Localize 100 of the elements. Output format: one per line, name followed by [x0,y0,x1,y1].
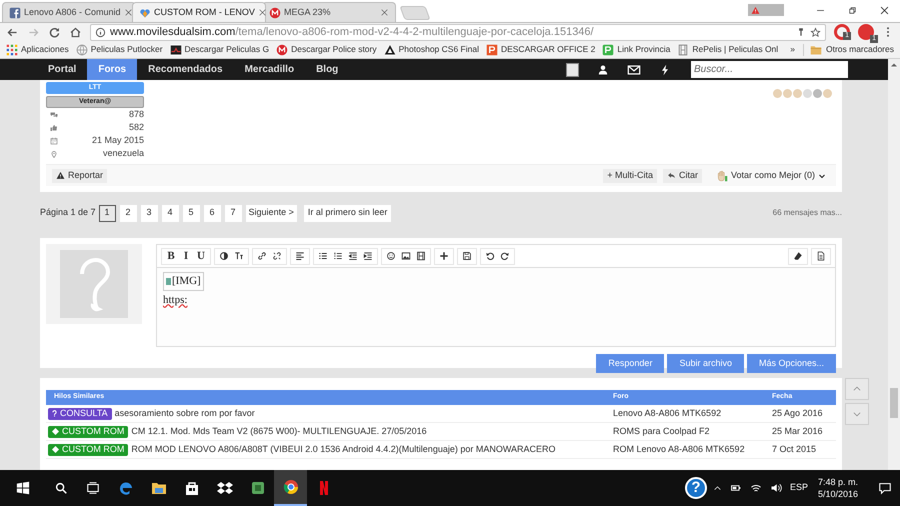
language-indicator[interactable]: ESP [790,481,808,495]
film-icon[interactable] [416,251,426,261]
thread-link[interactable]: ROM MOD LENOVO A806/A808T (VIBEUI 2.0 1536 Android 4.4.2)(Multilenguaje) por MANOWARACERO [131,442,556,456]
address-bar[interactable]: www.movilesdualsim.com/tema/lenovo-a806-rom-mod-v2-4-4-2-multilenguaje-por-caceloja.151346/ [90,24,826,40]
indent-icon[interactable] [363,251,373,261]
eraser-icon[interactable] [793,251,803,261]
next-page-link[interactable]: Siguiente > [246,204,297,222]
clock-date: 5/10/2016 [818,488,858,500]
app-icon[interactable] [250,480,266,496]
text-size-icon[interactable] [234,251,244,261]
undo-icon[interactable] [485,251,495,261]
plus-icon[interactable] [439,251,449,261]
bookmark[interactable]: Descargar Police story [276,43,377,56]
diamonds-icon[interactable] [216,480,232,496]
numbered-list-icon[interactable] [333,251,343,261]
scroll-up-arrow-icon[interactable] [891,62,897,68]
browser-tab[interactable]: MEGA 23% [262,2,396,22]
home-button[interactable] [69,26,82,38]
forum-name: ROMS para Coolpad F2 [613,424,711,438]
format-button[interactable]: I [181,248,191,264]
close-icon[interactable] [380,8,389,17]
page-scrollbar[interactable] [888,59,900,470]
wifi-icon[interactable] [750,482,762,494]
document-icon[interactable] [816,251,826,261]
bookmark[interactable]: Descargar Peliculas G [170,43,270,56]
page-link[interactable]: 3 [140,204,158,222]
avatar-thumbnail[interactable] [566,62,579,76]
nav-link[interactable]: Mercadillo [234,59,306,80]
nav-link[interactable]: Recomendados [137,59,234,80]
thumbnail-icon [170,44,182,56]
user-stat: 582 [128,120,144,134]
reload-button[interactable] [48,26,61,38]
unlink-icon[interactable] [272,251,282,261]
quote-button[interactable]: Citar [662,168,702,183]
chevron-down-icon [818,172,826,180]
format-button[interactable]: B [166,248,176,264]
report-button[interactable]: Reportar [52,168,108,183]
bookmark[interactable]: RePelis | Peliculas Onl [677,43,778,56]
multi-quote-button[interactable]: + Multi-Cita [603,168,657,183]
redo-icon[interactable] [500,251,510,261]
key-icon[interactable] [796,27,806,37]
bookmark[interactable]: Link Provincia [602,43,670,56]
close-icon[interactable] [258,8,267,17]
align-left-icon[interactable] [295,251,305,261]
rating-icons-drawing [773,89,832,99]
search-field[interactable]: Buscor... [691,61,848,78]
more-bookmarks-button[interactable]: » [790,43,795,56]
browser-tab[interactable]: CUSTOM ROM - LENOV [132,2,266,22]
vote-button[interactable]: Votar como Mejor (0) [712,169,830,183]
bookmark-folder[interactable]: Otros marcadores [810,43,894,56]
help-button[interactable]: ? [684,477,707,499]
square-logo-icon [602,44,614,56]
user-icon[interactable] [597,64,609,76]
outdent-icon[interactable] [348,251,358,261]
first-unread-link[interactable]: Ir al primero sin leer [304,204,392,222]
more-messages-link[interactable]: 66 mensajes mas... [772,207,842,220]
diamond-icon [52,428,59,435]
thread-link[interactable]: asesoramiento sobre rom por favor [114,406,255,420]
tag-label: CUSTOM ROM [62,424,124,438]
link-icon[interactable] [257,251,267,261]
contrast-icon[interactable] [219,251,229,261]
bullet-list-icon[interactable] [318,251,328,261]
circle-logo-icon [269,6,281,18]
page-link[interactable]: 2 [120,204,137,222]
speaker-icon[interactable] [770,482,782,494]
browser-icon[interactable] [282,479,298,495]
scrollbar-thumb[interactable] [890,388,898,418]
browser-icon[interactable] [118,480,134,496]
thread-link[interactable]: CM 12.1. Mod. Mds Team V2 (8675 W00)- MULTILENGUAJE. 27/05/2016 [131,424,427,438]
nav-link[interactable]: Portal [37,59,88,80]
star-icon[interactable] [810,26,821,38]
page-link[interactable]: 5 [182,204,200,222]
page-link[interactable]: 7 [224,204,242,222]
search-icon [54,481,68,495]
triangle-logo-icon [384,44,396,56]
page-link[interactable]: 4 [162,204,179,222]
broken-image: [IMG] [163,272,204,290]
image-icon[interactable] [401,251,411,261]
chevron-up-icon[interactable] [712,484,722,492]
smiley-icon[interactable] [386,251,396,261]
bookmark[interactable]: Peliculas Putlocker [76,43,163,56]
close-icon[interactable] [124,8,133,17]
thread-date: 25 Mar 2016 [772,424,824,438]
warning-icon [751,6,760,14]
format-button[interactable]: U [196,248,206,264]
browser-tab[interactable]: Lenovo A806 - Comunid [2,2,136,22]
page-link[interactable]: 1 [98,204,116,222]
bookmark[interactable]: DESCARGAR OFFICE 2 [486,43,596,56]
thumbs-up-icon [50,124,58,132]
envelope-icon[interactable] [627,62,641,76]
chat-bubbles-icon [50,110,58,118]
page-link[interactable]: 6 [204,204,221,222]
restore-icon [846,4,858,16]
bookmark[interactable]: Photoshop CS6 Final [384,43,479,56]
folder-icon[interactable] [150,480,166,496]
shopping-bag-icon[interactable] [184,480,200,496]
nav-link[interactable]: Blog [305,59,350,80]
save-icon[interactable] [462,251,472,261]
bookmark[interactable]: Aplicaciones [6,43,69,56]
apps-grid-icon [6,44,18,56]
